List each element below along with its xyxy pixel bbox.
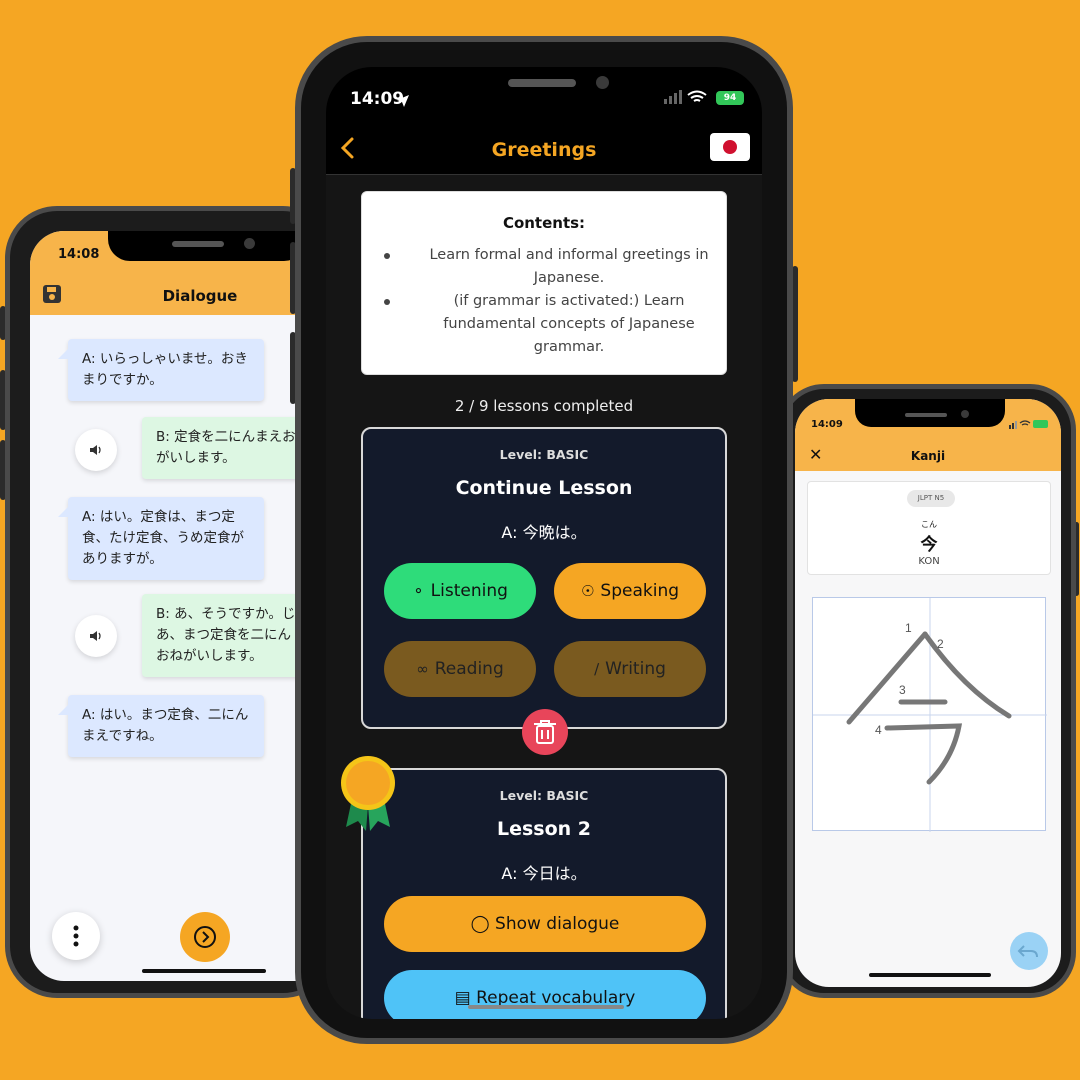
contents-list: Learn formal and informal greetings in J…: [384, 244, 714, 359]
speaker-icon: [90, 445, 101, 455]
play-audio-button[interactable]: [75, 429, 117, 471]
home-indicator: [142, 969, 266, 973]
kanji-reading: KON: [918, 556, 940, 567]
contents-title: Contents:: [502, 214, 586, 232]
show-dialogue-label: Show dialogue: [495, 914, 620, 934]
play-audio-button[interactable]: [75, 615, 117, 657]
contents-card: Contents: Learn formal and informal gree…: [361, 191, 727, 375]
stroke-number: 4: [875, 723, 882, 737]
pen-icon: ∕: [594, 660, 600, 678]
furigana: こん: [921, 520, 937, 529]
writing-label: Writing: [605, 659, 666, 679]
reading-button[interactable]: ∞ Reading: [384, 641, 536, 697]
lesson-level: Level: BASIC: [499, 788, 589, 803]
notch: [420, 67, 668, 103]
show-dialogue-button[interactable]: ◯ Show dialogue: [384, 896, 706, 952]
notch: [855, 399, 1005, 427]
status-time: 14:09: [811, 419, 843, 430]
contents-item: Learn formal and informal greetings in J…: [384, 244, 714, 290]
undo-button[interactable]: [1010, 932, 1048, 970]
dialogue-screen: 14:08 Dialogue A: いらっしゃいませ。おきまりですか。 B: 定…: [30, 231, 330, 981]
undo-icon: [1017, 945, 1038, 958]
right-phone: 14:09 ✕ Kanji JLPT N5 こん 今 KON 1 2 3 4: [778, 384, 1076, 998]
location-arrow-icon: [397, 95, 409, 107]
japan-flag-icon[interactable]: [710, 133, 750, 161]
lesson-card[interactable]: Level: BASIC Lesson 2 A: 今日は。 ◯ Show dia…: [361, 768, 727, 1019]
stroke-guide: 1 2 3 4: [813, 598, 1047, 832]
speech-bubble-icon: ☉: [580, 582, 595, 600]
center-phone: 14:09 94 Greetings Contents: Learn forma…: [295, 36, 793, 1044]
left-phone: 14:08 Dialogue A: いらっしゃいませ。おきまりですか。 B: 定…: [5, 206, 335, 998]
jlpt-badge: JLPT N5: [907, 490, 955, 507]
notch: [108, 231, 306, 261]
lesson-level: Level: BASIC: [499, 447, 589, 462]
lesson-screen: 14:09 94 Greetings Contents: Learn forma…: [326, 67, 762, 1019]
speaking-label: Speaking: [600, 581, 680, 601]
next-line-button[interactable]: [180, 912, 230, 962]
more-options-button[interactable]: [52, 912, 100, 960]
glasses-icon: ∞: [416, 660, 429, 678]
lesson-phrase: A: 今晩は。: [501, 523, 587, 542]
kanji-drawing-canvas[interactable]: 1 2 3 4: [812, 597, 1047, 832]
stroke-number: 1: [905, 621, 912, 635]
speaking-button[interactable]: ☉ Speaking: [554, 563, 706, 619]
contents-item: (if grammar is activated:) Learn fundame…: [384, 290, 714, 359]
lesson-title: Lesson 2: [496, 818, 592, 840]
medal-icon: [341, 756, 395, 831]
message-bubble-a: A: はい。定食は、まつ定食、たけ定食、うめ定食がありますが。: [58, 497, 264, 580]
trash-icon: [534, 720, 556, 744]
more-vertical-icon: [73, 925, 79, 947]
status-time: 14:08: [58, 247, 100, 262]
stroke-number: 2: [937, 637, 944, 651]
stroke-number: 3: [899, 683, 906, 697]
writing-button[interactable]: ∕ Writing: [554, 641, 706, 697]
reading-label: Reading: [434, 659, 504, 679]
status-icons: [1009, 420, 1048, 429]
lesson-progress: 2 / 9 lessons completed: [454, 397, 634, 415]
page-title: Greetings: [491, 139, 597, 161]
delete-progress-button[interactable]: [522, 709, 568, 755]
message-bubble-a: A: はい。まつ定食、二にんまえですね。: [58, 695, 264, 757]
kanji-screen: 14:09 ✕ Kanji JLPT N5 こん 今 KON 1 2 3 4: [795, 399, 1061, 987]
home-indicator: [869, 973, 991, 977]
chat-icon: ◯: [470, 914, 490, 934]
listening-button[interactable]: ⚬ Listening: [384, 563, 536, 619]
signal-wifi-icons: [664, 90, 707, 104]
lesson-phrase: A: 今日は。: [501, 864, 587, 883]
page-title: Kanji: [910, 449, 946, 463]
chevron-right-circle-icon: [194, 926, 216, 948]
home-indicator: [468, 1005, 624, 1009]
listening-label: Listening: [430, 581, 508, 601]
speaker-icon: [90, 631, 101, 641]
kanji-character: 今: [920, 535, 938, 555]
battery-indicator: 94: [716, 91, 744, 105]
kanji-info-card: JLPT N5 こん 今 KON: [807, 481, 1051, 575]
lesson-title: Continue Lesson: [455, 477, 633, 499]
page-title: Dialogue: [162, 287, 238, 305]
ear-icon: ⚬: [412, 582, 425, 600]
message-bubble-a: A: いらっしゃいませ。おきまりですか。: [58, 339, 264, 401]
repeat-vocabulary-button[interactable]: ▤ Repeat vocabulary: [384, 970, 706, 1019]
lesson-card[interactable]: Level: BASIC Continue Lesson A: 今晩は。 ⚬ Li…: [361, 427, 727, 729]
